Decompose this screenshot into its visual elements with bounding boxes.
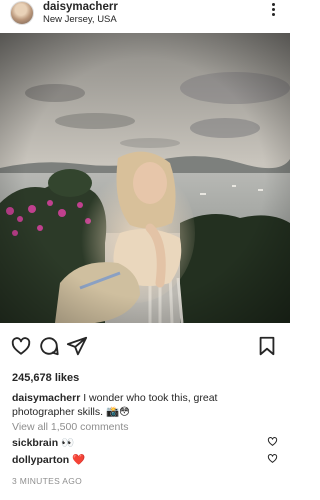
- post-header: daisymacherr New Jersey, USA: [0, 0, 290, 32]
- post-username[interactable]: daisymacherr: [43, 1, 118, 13]
- bookmark-icon[interactable]: [256, 335, 278, 357]
- comment-username[interactable]: sickbrain: [12, 437, 58, 449]
- comment-item: sickbrain 👀: [12, 436, 278, 449]
- view-all-comments-link[interactable]: View all 1,500 comments: [12, 421, 129, 433]
- caption: daisymacherr I wonder who took this, gre…: [12, 391, 277, 419]
- comment-bubble-icon[interactable]: [38, 335, 60, 357]
- post-timestamp: 3 MINUTES AGO: [12, 476, 83, 486]
- photo-image: [0, 33, 290, 323]
- post-photo[interactable]: [0, 33, 290, 323]
- paper-plane-icon[interactable]: [66, 335, 88, 357]
- caption-username[interactable]: daisymacherr: [12, 392, 80, 404]
- heart-icon[interactable]: [10, 335, 32, 357]
- avatar[interactable]: [10, 1, 34, 25]
- comment-item: dollyparton ❤️: [12, 453, 278, 466]
- comment-text: 👀: [61, 437, 75, 449]
- likes-count[interactable]: 245,678 likes: [12, 372, 79, 384]
- post-location[interactable]: New Jersey, USA: [43, 14, 117, 25]
- post-actions: [0, 335, 290, 361]
- comment-heart-icon[interactable]: [267, 436, 278, 447]
- comment-heart-icon[interactable]: [267, 453, 278, 464]
- comment-username[interactable]: dollyparton: [12, 454, 69, 466]
- comment-text: ❤️: [72, 454, 86, 466]
- more-vertical-icon[interactable]: [270, 3, 276, 19]
